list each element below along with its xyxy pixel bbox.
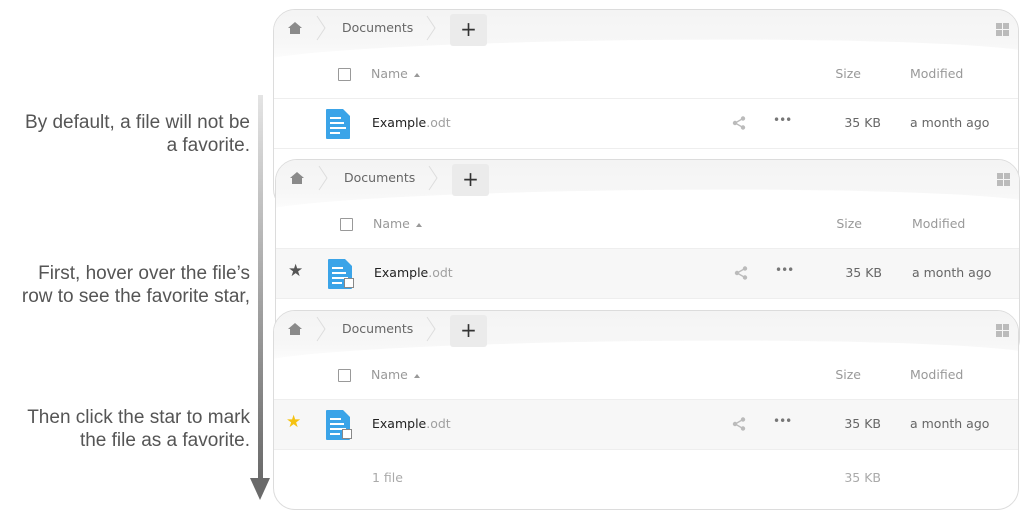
file-name[interactable]: Example.odt (372, 115, 451, 130)
size-column-header[interactable]: Size (835, 367, 861, 382)
size-column-header[interactable]: Size (835, 66, 861, 81)
home-icon[interactable] (288, 22, 302, 34)
grid-view-icon[interactable] (997, 173, 1010, 186)
caption-hover: First, hover over the file’s row to see … (22, 262, 250, 308)
file-name[interactable]: Example.odt (374, 265, 453, 280)
more-actions-icon[interactable]: ••• (773, 113, 792, 127)
file-size: 35 KB (845, 265, 882, 280)
progress-arrow (258, 95, 263, 480)
breadcrumb-documents[interactable]: Documents (342, 20, 413, 35)
file-basename: Example (372, 115, 427, 130)
sort-ascending-icon (413, 72, 420, 77)
new-button[interactable]: + (450, 14, 487, 46)
select-all-checkbox[interactable] (340, 218, 353, 231)
caption-line: Then click the star to mark (27, 407, 250, 428)
breadcrumb-separator-icon (428, 165, 438, 191)
caption-default: By default, a file will not be a favorit… (25, 111, 250, 157)
more-actions-icon[interactable]: ••• (773, 414, 792, 428)
breadcrumb-separator-icon (426, 15, 436, 41)
grid-view-icon[interactable] (996, 324, 1009, 337)
file-modified: a month ago (912, 265, 992, 280)
favorite-star-icon[interactable]: ★ (286, 414, 301, 431)
favorite-star-icon[interactable]: ★ (288, 263, 303, 280)
breadcrumb-documents[interactable]: Documents (344, 170, 415, 185)
home-icon[interactable] (290, 172, 304, 184)
file-modified: a month ago (910, 416, 990, 431)
share-icon[interactable] (732, 116, 746, 130)
file-basename: Example (374, 265, 429, 280)
file-extension: .odt (428, 265, 453, 280)
sort-ascending-icon (415, 222, 422, 227)
modified-column-header[interactable]: Modified (912, 216, 965, 231)
new-button[interactable]: + (452, 164, 489, 196)
share-icon[interactable] (734, 266, 748, 280)
breadcrumb-documents[interactable]: Documents (342, 321, 413, 336)
caption-line: By default, a file will not be (25, 112, 250, 133)
sort-ascending-icon (413, 373, 420, 378)
breadcrumb-separator-icon (316, 316, 326, 342)
column-header-row: Name Size Modified (274, 54, 1018, 99)
arrow-head-icon (250, 478, 270, 500)
caption-line: row to see the favorite star, (21, 286, 250, 307)
file-row[interactable]: ★ Example.odt ••• 35 KB a month ago (276, 249, 1019, 299)
name-column-header[interactable]: Name (373, 216, 422, 231)
total-size: 35 KB (844, 470, 881, 485)
select-all-checkbox[interactable] (338, 68, 351, 81)
breadcrumb-separator-icon (318, 165, 328, 191)
document-file-icon (328, 259, 354, 289)
name-column-header[interactable]: Name (371, 367, 420, 382)
column-header-row: Name Size Modified (276, 204, 1019, 249)
name-column-label: Name (371, 367, 408, 382)
modified-column-header[interactable]: Modified (910, 367, 963, 382)
size-column-header[interactable]: Size (836, 216, 862, 231)
file-size: 35 KB (844, 416, 881, 431)
share-icon[interactable] (732, 417, 746, 431)
file-count: 1 file (372, 470, 403, 485)
caption-line: a favorite. (166, 135, 250, 156)
file-row[interactable]: ★ Example.odt ••• 35 KB a month ago (274, 400, 1018, 450)
name-column-label: Name (373, 216, 410, 231)
home-icon[interactable] (288, 323, 302, 335)
breadcrumb-separator-icon (316, 15, 326, 41)
file-panel-favorited: Documents + Name Size Modified ★ Example… (273, 310, 1019, 510)
grid-view-icon[interactable] (996, 23, 1009, 36)
caption-line: the file as a favorite. (79, 430, 250, 451)
modified-column-header[interactable]: Modified (910, 66, 963, 81)
caption-click: Then click the star to mark the file as … (27, 406, 250, 452)
name-column-label: Name (371, 66, 408, 81)
breadcrumb-separator-icon (426, 316, 436, 342)
file-extension: .odt (426, 416, 451, 431)
file-modified: a month ago (910, 115, 990, 130)
name-column-header[interactable]: Name (371, 66, 420, 81)
file-extension: .odt (426, 115, 451, 130)
file-row[interactable]: Example.odt ••• 35 KB a month ago (274, 99, 1018, 149)
document-file-icon (326, 109, 350, 139)
summary-row: 1 file 35 KB (274, 450, 1018, 505)
caption-line: First, hover over the file’s (38, 263, 250, 284)
select-all-checkbox[interactable] (338, 369, 351, 382)
file-size: 35 KB (844, 115, 881, 130)
new-button[interactable]: + (450, 315, 487, 347)
more-actions-icon[interactable]: ••• (775, 263, 794, 277)
file-name[interactable]: Example.odt (372, 416, 451, 431)
column-header-row: Name Size Modified (274, 355, 1018, 400)
document-file-icon (326, 410, 352, 440)
file-basename: Example (372, 416, 427, 431)
